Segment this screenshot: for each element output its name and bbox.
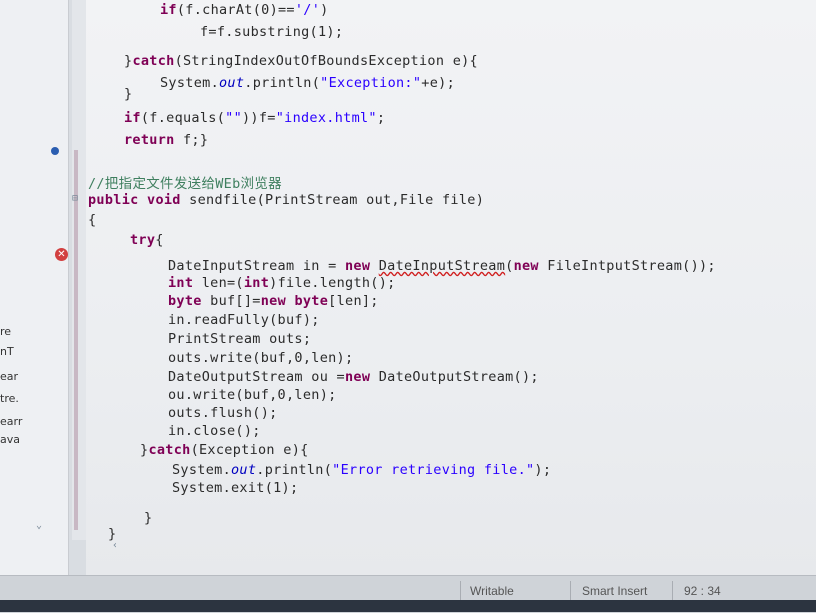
code-line[interactable]: }catch(Exception e){ xyxy=(140,442,309,458)
code-line[interactable]: if(f.equals(""))f="index.html"; xyxy=(124,110,385,126)
side-panel-fragment: earr xyxy=(0,415,23,428)
status-cursor-position: 92 : 34 xyxy=(684,584,721,598)
package-explorer-panel: re nT ear tre. earr ava xyxy=(0,0,69,575)
side-panel-fragment: re xyxy=(0,325,12,338)
fold-toggle-icon[interactable]: ‹ xyxy=(112,540,118,551)
code-line[interactable]: System.exit(1); xyxy=(172,480,298,496)
status-separator xyxy=(672,581,673,601)
fold-toggle-icon[interactable]: ⊟ xyxy=(72,193,78,204)
code-line[interactable]: System.out.println("Error retrieving fil… xyxy=(172,462,551,478)
code-line[interactable]: if(f.charAt(0)=='/') xyxy=(160,2,329,18)
code-line[interactable]: outs.write(buf,0,len); xyxy=(168,350,353,366)
bookmark-dot-icon[interactable] xyxy=(51,147,59,155)
status-insert-mode[interactable]: Smart Insert xyxy=(582,584,647,598)
code-line[interactable]: DateOutputStream ou =new DateOutputStrea… xyxy=(168,369,539,385)
status-writable: Writable xyxy=(470,584,514,598)
code-line[interactable]: PrintStream outs; xyxy=(168,331,311,347)
code-line[interactable]: } xyxy=(144,510,152,526)
code-line[interactable]: byte buf[]=new byte[len]; xyxy=(168,293,379,309)
side-panel-fragment: ear xyxy=(0,370,19,383)
code-line[interactable]: in.close(); xyxy=(168,423,261,439)
side-panel-fragment: tre. xyxy=(0,392,19,405)
code-editor[interactable]: if(f.charAt(0)=='/') f=f.substring(1); }ca… xyxy=(86,0,816,575)
code-line[interactable]: }catch(StringIndexOutOfBoundsException e… xyxy=(124,53,478,69)
code-line[interactable]: System.out.println("Exception:"+e); xyxy=(160,75,455,91)
code-line[interactable]: int len=(int)file.length(); xyxy=(168,275,396,291)
code-line[interactable]: { xyxy=(88,212,96,228)
code-line[interactable]: return f;} xyxy=(124,132,208,148)
code-line[interactable]: public void sendfile(PrintStream out,Fil… xyxy=(88,192,484,208)
status-separator xyxy=(570,581,571,601)
code-line[interactable]: ou.write(buf,0,len); xyxy=(168,387,337,403)
code-line[interactable]: f=f.substring(1); xyxy=(200,24,343,40)
code-line[interactable]: try{ xyxy=(130,232,164,248)
code-line[interactable]: DateInputStream in = new DateInputStream… xyxy=(168,258,716,274)
annotation-ruler[interactable] xyxy=(72,0,86,540)
code-line[interactable]: in.readFully(buf); xyxy=(168,312,320,328)
status-separator xyxy=(460,581,461,601)
side-panel-fragment: ava xyxy=(0,433,20,446)
os-taskbar xyxy=(0,600,816,612)
code-line[interactable]: } xyxy=(124,86,132,102)
code-line[interactable]: //把指定文件发送给WEb浏览器 xyxy=(88,172,282,192)
code-line[interactable]: outs.flush(); xyxy=(168,405,278,421)
change-range-bar xyxy=(74,150,78,530)
error-marker-icon[interactable]: ✕ xyxy=(55,248,68,261)
fold-toggle-icon[interactable]: ⌄ xyxy=(36,520,42,531)
side-panel-fragment: nT xyxy=(0,345,14,358)
